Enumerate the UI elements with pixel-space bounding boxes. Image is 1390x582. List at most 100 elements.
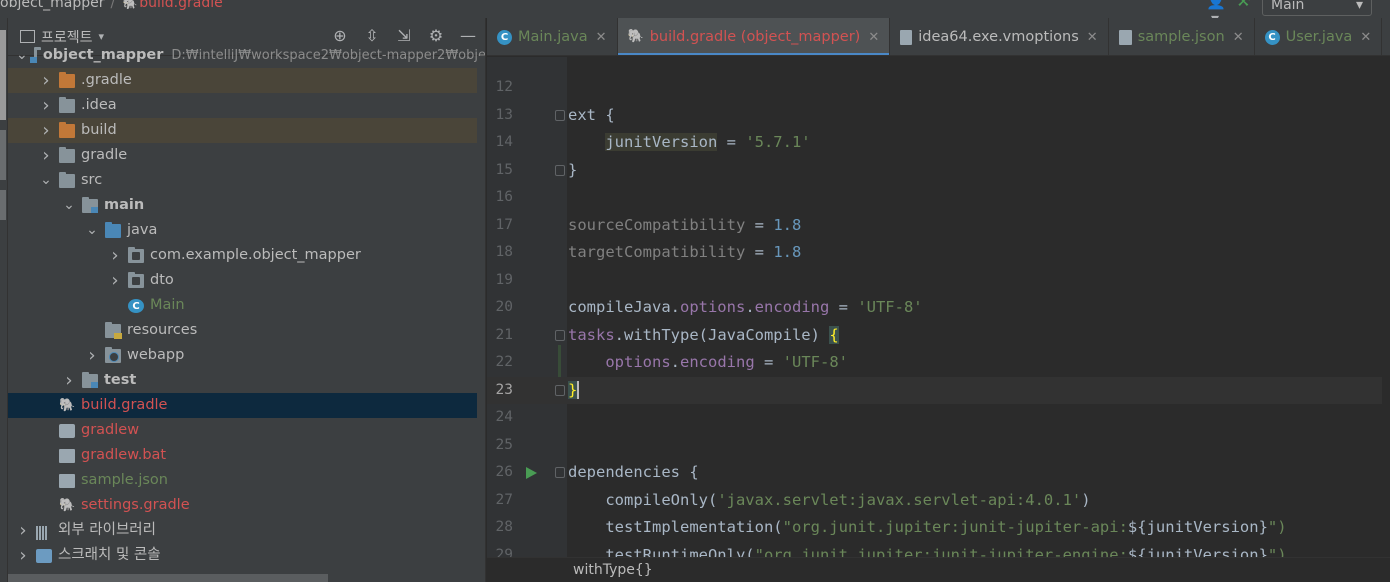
build-hammer-icon[interactable]: ⚒: [1234, 0, 1252, 10]
code-line[interactable]: 22 options.encoding = 'UTF-8': [487, 349, 1382, 377]
line-number: 21: [495, 326, 513, 343]
code-line[interactable]: 13 ext {: [487, 102, 1382, 130]
project-tree-vertical-scrollbar[interactable]: [477, 56, 485, 582]
fold-marker-icon[interactable]: [555, 384, 565, 396]
editor-tab-label: Main.java: [518, 29, 588, 45]
editor-tab[interactable]: CC: [1382, 18, 1390, 55]
code-editor[interactable]: 12 13 ext {14 junitVersion = '5.7.1' 15} 16 1…: [487, 57, 1382, 564]
close-icon[interactable]: ✕: [868, 30, 879, 45]
close-icon[interactable]: ✕: [1360, 30, 1371, 45]
code-line[interactable]: 23}: [487, 376, 1382, 404]
tree-item-label: src: [81, 172, 103, 188]
code-token: =: [717, 133, 746, 151]
breadcrumb-project[interactable]: object_mapper: [0, 0, 105, 11]
chevron-right-icon[interactable]: ›: [108, 243, 122, 268]
code-breadcrumb[interactable]: withType{}: [573, 562, 653, 578]
code-line[interactable]: 15}: [487, 157, 1382, 185]
chevron-right-icon[interactable]: ›: [16, 518, 30, 543]
tree-item-label: Main: [150, 297, 185, 313]
code-token: =: [754, 353, 783, 371]
chevron-right-icon[interactable]: ›: [39, 93, 53, 118]
close-icon[interactable]: ✕: [1233, 30, 1244, 45]
code-text: }: [568, 157, 577, 185]
chevron-right-icon[interactable]: ›: [108, 268, 122, 293]
editor-tab[interactable]: 🐘 build.gradle (object_mapper) ✕: [617, 18, 891, 55]
close-icon[interactable]: ✕: [596, 30, 607, 45]
chevron-right-icon[interactable]: ›: [85, 343, 99, 368]
code-line[interactable]: 17 sourceCompatibility = 1.8: [487, 212, 1382, 240]
code-token: "org.junit.jupiter:junit-jupiter-api:: [782, 518, 1128, 536]
tree-item[interactable]: ⌄ object_mapper D:₩intelliJ₩workspace2₩obj…: [8, 43, 485, 68]
project-tree-horizontal-scrollbar[interactable]: [8, 574, 328, 582]
code-line[interactable]: 14 junitVersion = '5.7.1': [487, 129, 1382, 157]
tree-item[interactable]: 🐘 build.gradle: [8, 393, 485, 418]
editor-tab[interactable]: idea64.exe.vmoptions ✕: [890, 18, 1109, 55]
tree-item[interactable]: › dto: [8, 268, 485, 293]
tree-item[interactable]: › 외부 라이브러리: [8, 518, 485, 543]
breadcrumb-file[interactable]: build.gradle: [139, 0, 223, 11]
code-line[interactable]: 19: [487, 267, 1382, 295]
chevron-down-icon[interactable]: ⌄: [39, 168, 53, 193]
chevron-right-icon[interactable]: ›: [39, 143, 53, 168]
code-line[interactable]: 27 compileOnly('javax.servlet:javax.serv…: [487, 487, 1382, 515]
code-line[interactable]: 12: [487, 74, 1382, 102]
tree-item[interactable]: ⌄ java: [8, 218, 485, 243]
chevron-down-icon[interactable]: ⌄: [62, 193, 76, 218]
tree-item[interactable]: › com.example.object_mapper: [8, 243, 485, 268]
tree-item[interactable]: › test: [8, 368, 485, 393]
tree-item[interactable]: sample.json: [8, 468, 485, 493]
tree-item[interactable]: › webapp: [8, 343, 485, 368]
chevron-down-icon[interactable]: ⌄: [85, 218, 99, 243]
code-line[interactable]: 24: [487, 404, 1382, 432]
tree-item[interactable]: ⌄ src: [8, 168, 485, 193]
fold-marker-icon[interactable]: [555, 329, 565, 341]
code-line[interactable]: 20 compileJava.options.encoding = 'UTF-8': [487, 294, 1382, 322]
code-token: junitVersion: [605, 133, 718, 151]
structure-tool-window-button[interactable]: [0, 130, 6, 180]
project-icon: [20, 30, 35, 43]
tree-item[interactable]: gradlew.bat: [8, 443, 485, 468]
module-folder-icon: [82, 371, 98, 388]
code-token: "): [1267, 518, 1287, 536]
code-line[interactable]: 26 dependencies {: [487, 459, 1382, 487]
editor-tab[interactable]: sample.json ✕: [1109, 18, 1255, 55]
editor-tab[interactable]: C User.java ✕: [1255, 18, 1383, 55]
fold-marker-icon[interactable]: [555, 164, 565, 176]
tree-item[interactable]: ⌄ main: [8, 193, 485, 218]
close-icon[interactable]: ✕: [1087, 30, 1098, 45]
tree-item-label: 스크래치 및 콘솔: [58, 547, 161, 563]
editor-tab[interactable]: C Main.java ✕: [487, 18, 618, 55]
chevron-right-icon[interactable]: ›: [39, 118, 53, 143]
tree-item[interactable]: C Main: [8, 293, 485, 318]
project-tool-window-button[interactable]: [0, 30, 6, 120]
tree-item[interactable]: › 스크래치 및 콘솔: [8, 543, 485, 568]
code-token: 'javax.servlet:javax.servlet-api:4.0.1': [717, 490, 1082, 509]
chevron-right-icon[interactable]: ›: [62, 368, 76, 393]
tree-item[interactable]: resources: [8, 318, 485, 343]
chevron-right-icon[interactable]: ›: [16, 543, 30, 568]
code-line[interactable]: 28 testImplementation("org.junit.jupiter…: [487, 514, 1382, 542]
fold-marker-icon[interactable]: [555, 109, 565, 121]
code-line[interactable]: 25: [487, 432, 1382, 460]
code-line[interactable]: 16: [487, 184, 1382, 212]
tree-item[interactable]: › gradle: [8, 143, 485, 168]
code-line[interactable]: 18 targetCompatibility = 1.8: [487, 239, 1382, 267]
user-icon[interactable]: 👤▾: [1206, 0, 1226, 18]
run-gutter-icon[interactable]: [526, 467, 537, 479]
bookmarks-tool-window-button[interactable]: [0, 190, 6, 220]
run-configuration-select[interactable]: Main ▾: [1262, 0, 1372, 16]
run-configuration-label: Main: [1271, 0, 1305, 13]
tree-item[interactable]: › .idea: [8, 93, 485, 118]
tree-item-label: test: [104, 372, 137, 388]
tree-item[interactable]: › build: [8, 118, 485, 143]
editor-vertical-scrollbar[interactable]: [1382, 57, 1390, 557]
tree-item[interactable]: gradlew: [8, 418, 485, 443]
code-line[interactable]: 21 tasks.withType(JavaCompile) {: [487, 322, 1382, 350]
tree-item[interactable]: › .gradle: [8, 68, 485, 93]
chevron-right-icon[interactable]: ›: [39, 68, 53, 93]
tree-item[interactable]: 🐘 settings.gradle: [8, 493, 485, 518]
chevron-down-icon[interactable]: ⌄: [16, 43, 28, 68]
text-file-icon: [59, 448, 75, 463]
fold-marker-icon[interactable]: [555, 467, 565, 478]
